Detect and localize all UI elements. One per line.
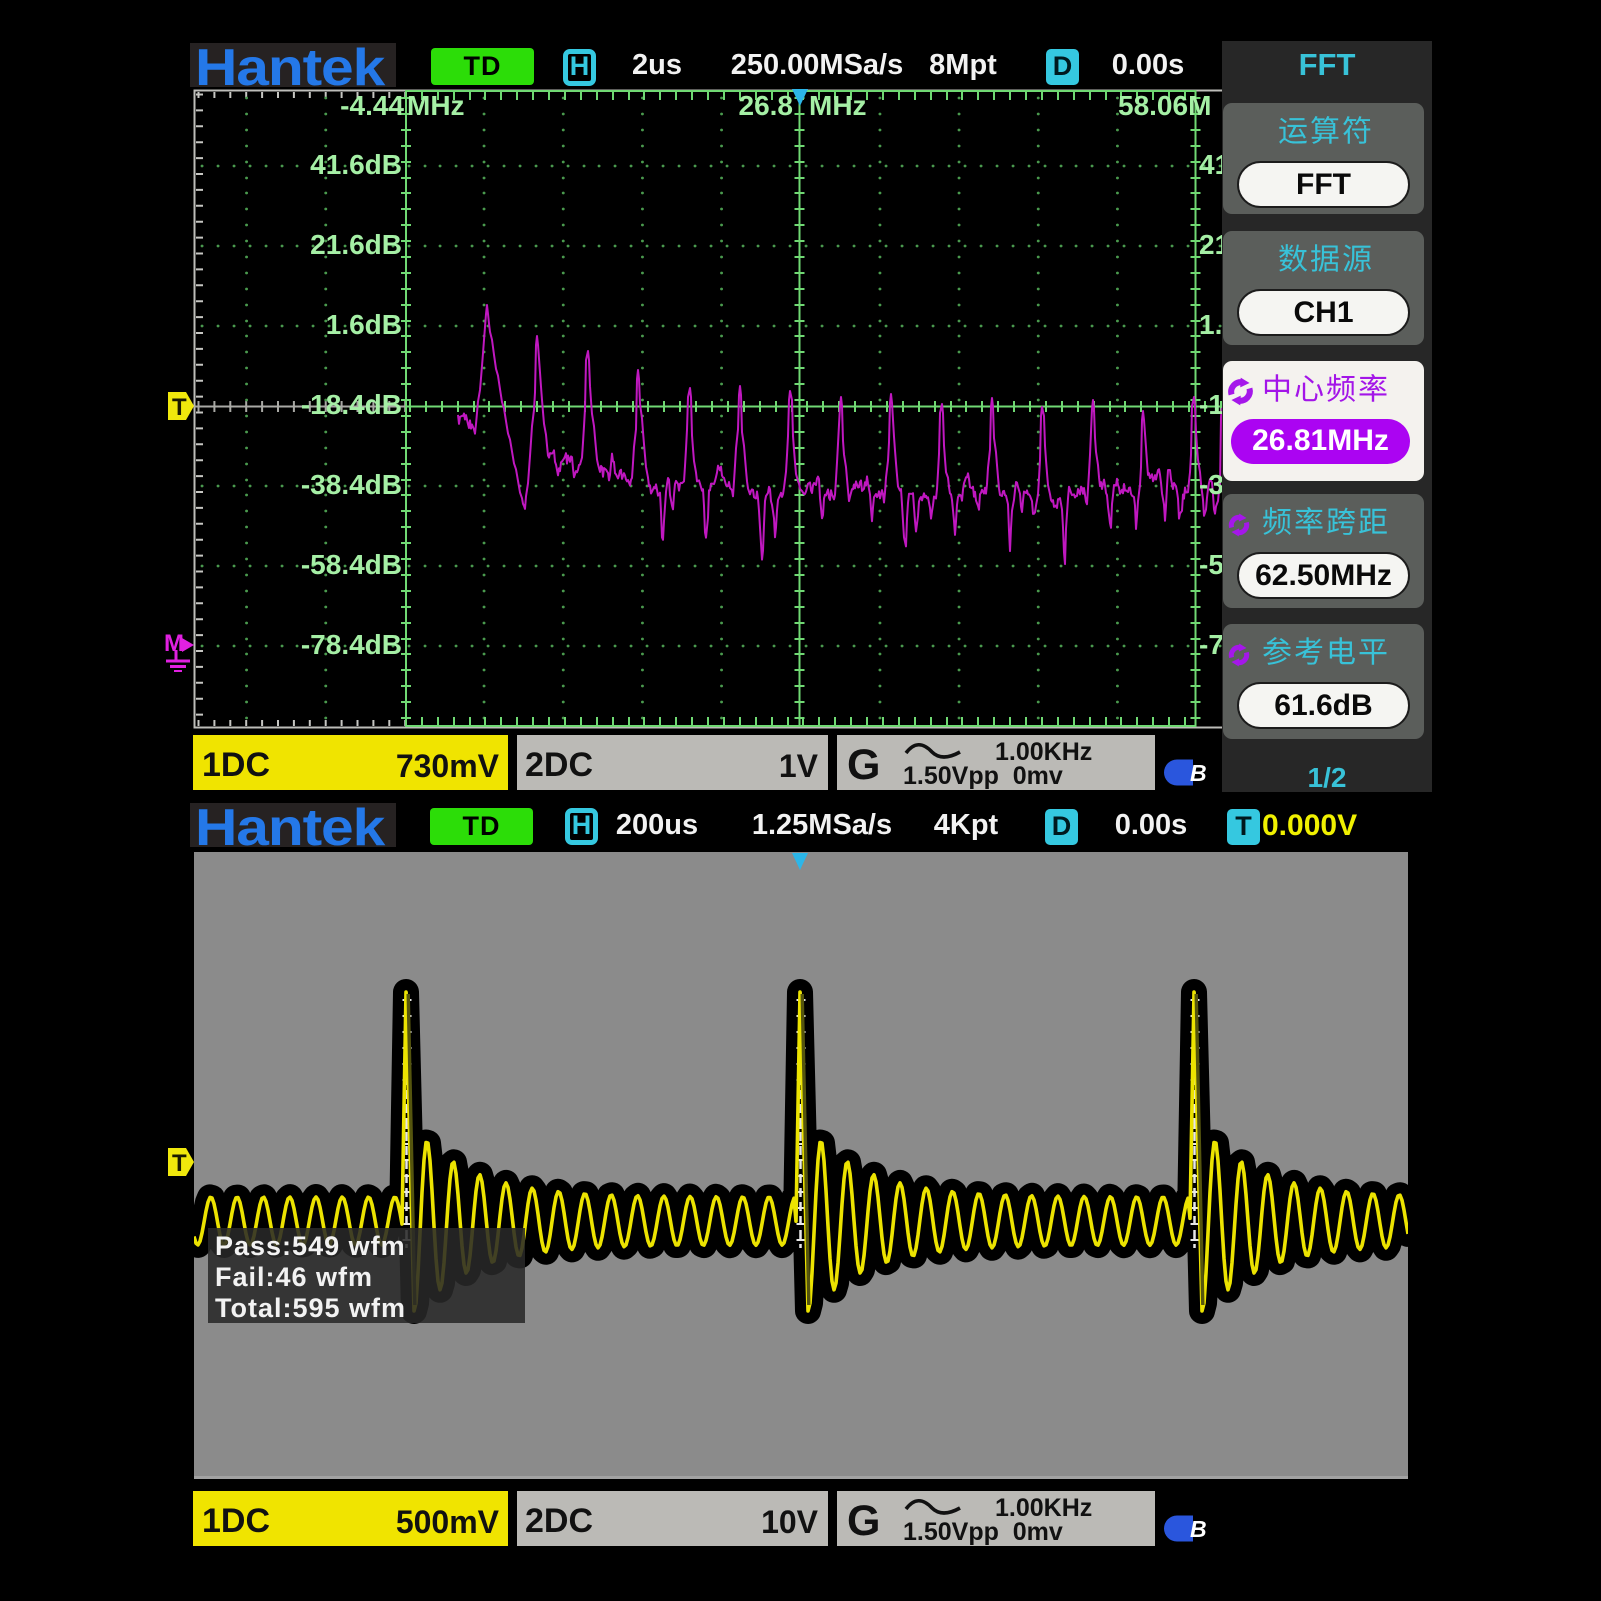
svg-text:B: B: [1190, 1516, 1207, 1542]
svg-text:T: T: [172, 1150, 187, 1177]
